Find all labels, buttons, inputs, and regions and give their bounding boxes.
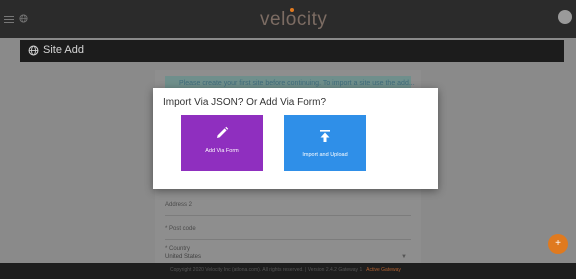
add-via-form-button[interactable]: Add Via Form — [181, 115, 263, 171]
logo-accent-dot — [290, 8, 294, 12]
import-and-upload-button[interactable]: Import and Upload — [284, 115, 366, 171]
globe-icon — [28, 45, 39, 56]
footer-text: Copyright 2020 Velocity Inc (atlona.com)… — [170, 267, 401, 273]
import-choice-dialog: Import Via JSON? Or Add Via Form? Add Vi… — [153, 88, 438, 189]
menu-icon[interactable] — [4, 16, 14, 23]
footer-status: Active Gateway — [366, 267, 401, 273]
post-code-label: * Post code — [165, 226, 196, 232]
page-header: Site Add — [20, 40, 564, 62]
footer: Copyright 2020 Velocity Inc (atlona.com)… — [0, 263, 576, 279]
address2-field[interactable]: Address 2 — [165, 202, 411, 216]
top-app-bar: velocity — [0, 0, 576, 38]
footer-gateway: Gateway 1 — [338, 267, 363, 273]
dialog-title: Import Via JSON? Or Add Via Form? — [163, 97, 327, 108]
globe-icon[interactable] — [19, 14, 28, 23]
post-code-field[interactable]: * Post code — [165, 226, 411, 240]
footer-copyright: Copyright 2020 Velocity Inc (atlona.com)… — [170, 267, 339, 273]
plus-icon: + — [555, 238, 561, 249]
pencil-icon — [217, 126, 229, 138]
page-title: Site Add — [43, 44, 84, 56]
add-via-form-label: Add Via Form — [205, 148, 239, 154]
app-logo: velocity — [260, 9, 328, 30]
upload-icon — [320, 130, 330, 142]
country-value: United States — [165, 254, 202, 260]
info-banner-text: Please create your first site before con… — [179, 80, 415, 87]
add-button[interactable]: + — [548, 234, 568, 254]
address2-label: Address 2 — [165, 202, 193, 208]
import-and-upload-label: Import and Upload — [302, 152, 348, 158]
country-label: * Country — [165, 246, 191, 252]
chevron-down-icon: ▼ — [401, 254, 407, 260]
user-avatar-icon[interactable] — [558, 10, 572, 24]
